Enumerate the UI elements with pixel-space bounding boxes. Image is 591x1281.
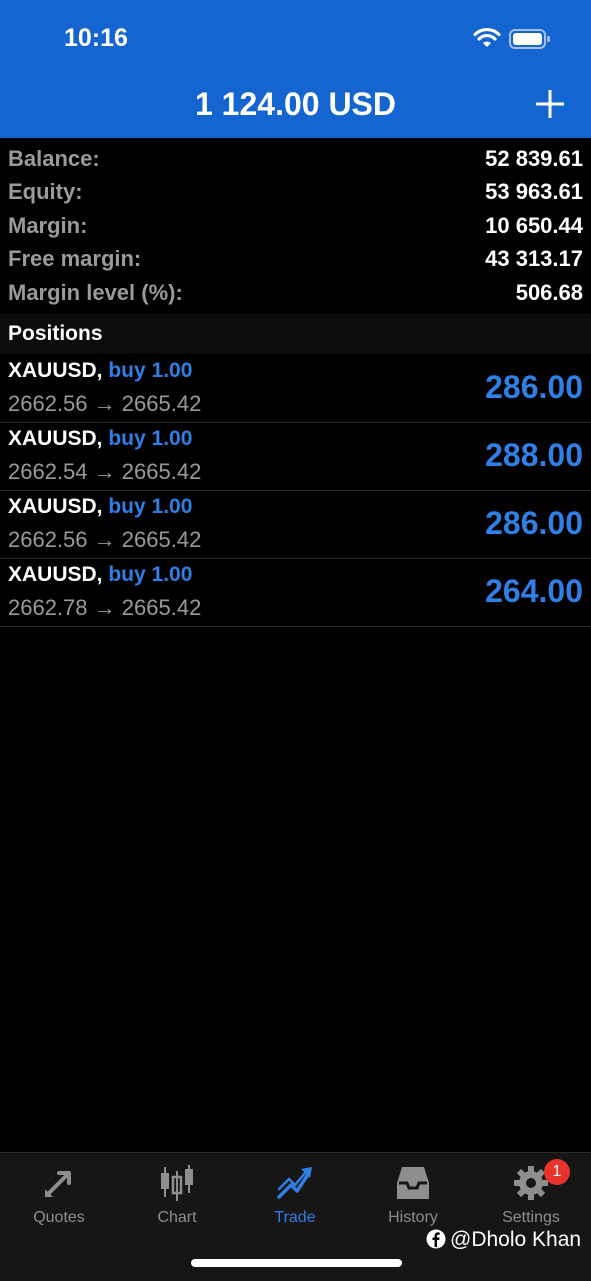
position-profit: 286.00 [485,505,583,541]
tab-trade[interactable]: Trade [236,1153,354,1243]
summary-value: 52 839.61 [485,146,583,171]
position-title: XAUUSD, buy 1.00 [8,427,192,451]
position-row[interactable]: XAUUSD, buy 1.00 2662.54 → 2665.42 288.0… [0,422,591,491]
position-profit: 288.00 [485,437,583,473]
summary-value: 10 650.44 [485,213,583,238]
position-row[interactable]: XAUUSD, buy 1.00 2662.78 → 2665.42 264.0… [0,558,591,627]
position-row[interactable]: XAUUSD, buy 1.00 2662.56 → 2665.42 286.0… [0,490,591,559]
tab-label: Chart [157,1209,197,1226]
app-header: 10:16 1 124.00 USD [0,0,591,138]
tab-label: Settings [502,1209,560,1226]
position-symbol: XAUUSD, [8,495,103,518]
price-arrow: → [93,391,116,416]
add-order-button[interactable] [532,86,568,122]
summary-row-equity: Equity: 53 963.61 [0,175,591,209]
position-profit: 264.00 [485,573,583,609]
position-side: buy 1.00 [108,563,193,586]
positions-section-label: Positions [8,322,103,345]
tab-chart[interactable]: Chart [118,1153,236,1243]
summary-value: 43 313.17 [485,246,583,271]
position-prices: 2662.56 → 2665.42 [8,527,201,553]
position-side: buy 1.00 [108,427,193,450]
position-title: XAUUSD, buy 1.00 [8,495,192,519]
position-open-price: 2662.78 [8,595,88,620]
watermark: @Dholo Khan [426,1228,581,1252]
notification-badge: 1 [544,1159,570,1185]
summary-row-balance: Balance: 52 839.61 [0,142,591,176]
position-current-price: 2665.42 [121,527,202,552]
position-symbol: XAUUSD, [8,563,103,586]
summary-label: Balance: [8,146,100,171]
position-current-price: 2665.42 [121,459,202,484]
tab-label: Trade [274,1209,316,1226]
price-arrow: → [93,595,116,620]
position-current-price: 2665.42 [121,391,202,416]
status-bar-time: 10:16 [64,24,128,52]
watermark-text: @Dholo Khan [450,1228,582,1251]
summary-row-free-margin: Free margin: 43 313.17 [0,242,591,276]
position-row[interactable]: XAUUSD, buy 1.00 2662.56 → 2665.42 286.0… [0,354,591,423]
summary-label: Equity: [8,179,83,204]
inbox-icon [397,1167,429,1199]
summary-label: Free margin: [8,246,142,271]
tab-label: Quotes [33,1209,85,1226]
summary-row-margin-level: Margin level (%): 506.68 [0,276,591,310]
price-arrow: → [93,459,116,484]
position-side: buy 1.00 [108,359,193,382]
facebook-icon [426,1229,446,1249]
home-indicator[interactable] [191,1259,402,1267]
summary-value: 53 963.61 [485,179,583,204]
price-arrow: → [93,527,116,552]
position-profit: 286.00 [485,369,583,405]
summary-value: 506.68 [515,280,583,305]
position-symbol: XAUUSD, [8,427,103,450]
position-symbol: XAUUSD, [8,359,103,382]
account-profit-title: 1 124.00 USD [194,86,396,122]
position-open-price: 2662.54 [8,459,88,484]
summary-row-margin: Margin: 10 650.44 [0,209,591,243]
position-title: XAUUSD, buy 1.00 [8,563,192,587]
position-open-price: 2662.56 [8,527,88,552]
wifi-icon [473,27,501,47]
position-prices: 2662.54 → 2665.42 [8,459,201,485]
quotes-arrows-icon [45,1171,71,1197]
summary-label: Margin: [8,213,88,238]
position-prices: 2662.78 → 2665.42 [8,595,201,621]
tab-quotes[interactable]: Quotes [0,1153,118,1243]
trade-trend-icon [277,1167,312,1199]
candlestick-icon [161,1165,193,1201]
position-side: buy 1.00 [108,495,193,518]
position-title: XAUUSD, buy 1.00 [8,359,192,383]
position-current-price: 2665.42 [121,595,202,620]
summary-label: Margin level (%): [8,280,183,305]
position-prices: 2662.56 → 2665.42 [8,391,201,417]
position-open-price: 2662.56 [8,391,88,416]
battery-icon [509,29,550,49]
positions-section-header: Positions [0,314,591,354]
tab-label: History [388,1209,438,1226]
